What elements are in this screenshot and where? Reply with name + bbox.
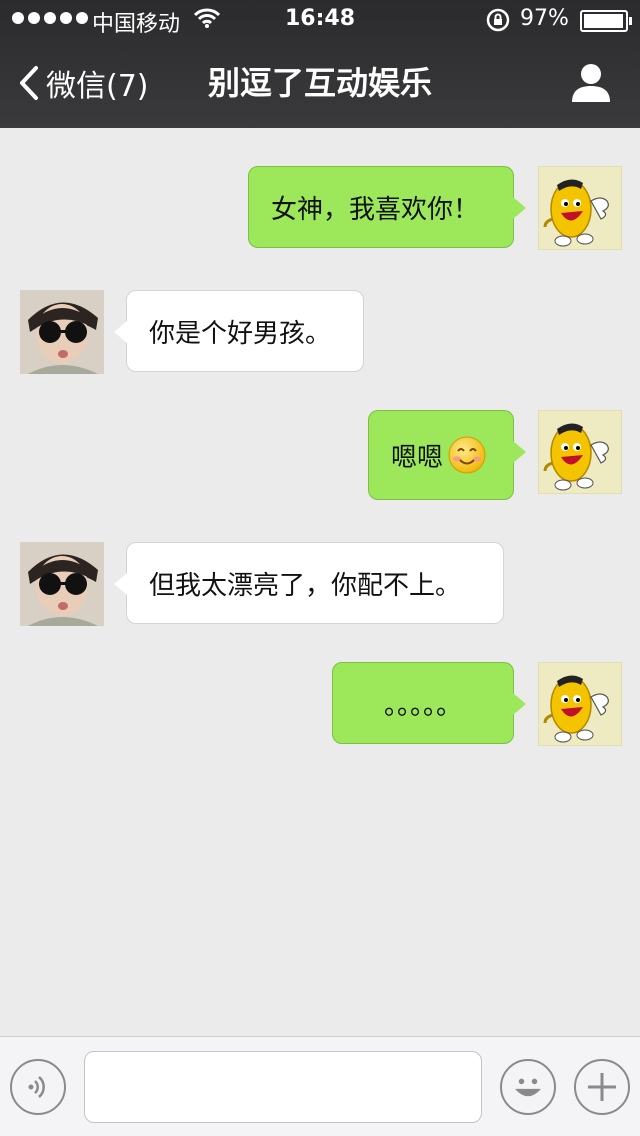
avatar-self[interactable] <box>538 166 622 250</box>
carrier-name: 中国移动 <box>92 12 181 37</box>
message-text: 。。。。。 <box>383 690 462 721</box>
avatar-self[interactable] <box>538 410 622 494</box>
emoji-icon <box>515 1078 541 1097</box>
message-text: 嗯嗯 <box>391 442 444 473</box>
wifi-icon <box>193 8 221 34</box>
chat-title: 别逗了互动娱乐 <box>207 64 432 102</box>
header: 中国移动 16:48 97% 微信(7) 别逗了互动娱乐 <box>0 0 640 128</box>
avatar-self[interactable] <box>538 662 622 746</box>
rotation-lock-icon <box>486 8 510 38</box>
message-text: 但我太漂亮了，你配不上。 <box>149 570 462 601</box>
avatar-contact[interactable] <box>20 290 104 374</box>
message-input[interactable] <box>84 1051 482 1123</box>
battery-icon <box>580 10 632 32</box>
message-bubble-incoming[interactable]: 你是个好男孩。 <box>114 290 364 372</box>
signal-strength-icon <box>12 12 88 24</box>
message-text: 你是个好男孩。 <box>149 318 332 349</box>
message-bubble-outgoing[interactable]: 。。。。。 <box>332 662 526 744</box>
person-icon <box>572 64 610 102</box>
battery-percent: 97% <box>520 6 569 31</box>
input-bar <box>0 1036 640 1136</box>
voice-button[interactable] <box>10 1059 66 1115</box>
message-bubble-outgoing[interactable]: 女神，我喜欢你！ <box>248 166 526 248</box>
message-bubble-incoming[interactable]: 但我太漂亮了，你配不上。 <box>114 542 504 624</box>
avatar-contact[interactable] <box>20 542 104 626</box>
profile-button[interactable] <box>566 58 616 108</box>
voice-icon <box>28 1076 45 1098</box>
message-text: 女神，我喜欢你！ <box>271 194 480 225</box>
emoji-button[interactable] <box>500 1059 556 1115</box>
status-bar: 中国移动 16:48 97% <box>0 0 640 40</box>
message-list[interactable]: 女神，我喜欢你！ 你是个好男孩。 嗯嗯 但我太漂亮了，你配不上。 。。。。。 <box>0 128 640 1036</box>
plus-button[interactable] <box>574 1059 630 1115</box>
plus-icon <box>588 1073 616 1101</box>
message-bubble-outgoing[interactable]: 嗯嗯 <box>368 410 526 500</box>
smiling-face-icon <box>448 436 486 474</box>
